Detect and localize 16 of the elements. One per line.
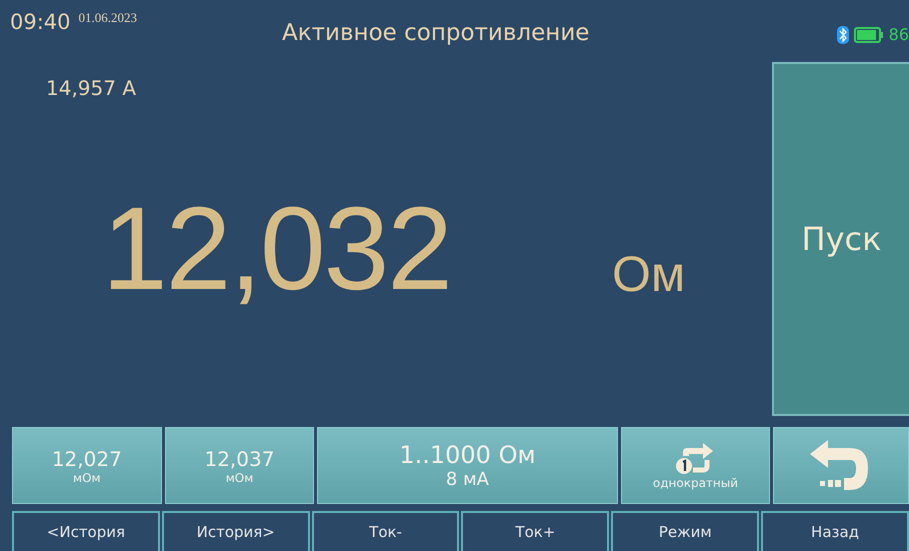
resistance-value: 12,032 (102, 190, 451, 308)
softkey-button[interactable]: Ток+ (461, 511, 610, 551)
screen-title: Активное сопротивление (282, 20, 590, 46)
softkey-button[interactable]: <История (12, 511, 160, 551)
back-button[interactable] (773, 427, 909, 504)
clock-time: 09:40 (10, 10, 71, 34)
softkey-button[interactable]: Режим (611, 511, 760, 551)
softkey-button[interactable]: Назад (761, 511, 909, 551)
date-text: 01.06.2023 (78, 10, 138, 26)
current-reading: 14,957 A (46, 76, 136, 100)
battery-icon (854, 26, 884, 42)
softkey-button[interactable]: Ток- (312, 511, 460, 551)
bluetooth-icon (836, 26, 849, 44)
softkey-button[interactable]: История> (162, 511, 310, 551)
resistance-unit: Ом (612, 245, 686, 303)
battery-percent: 86 (888, 25, 909, 44)
